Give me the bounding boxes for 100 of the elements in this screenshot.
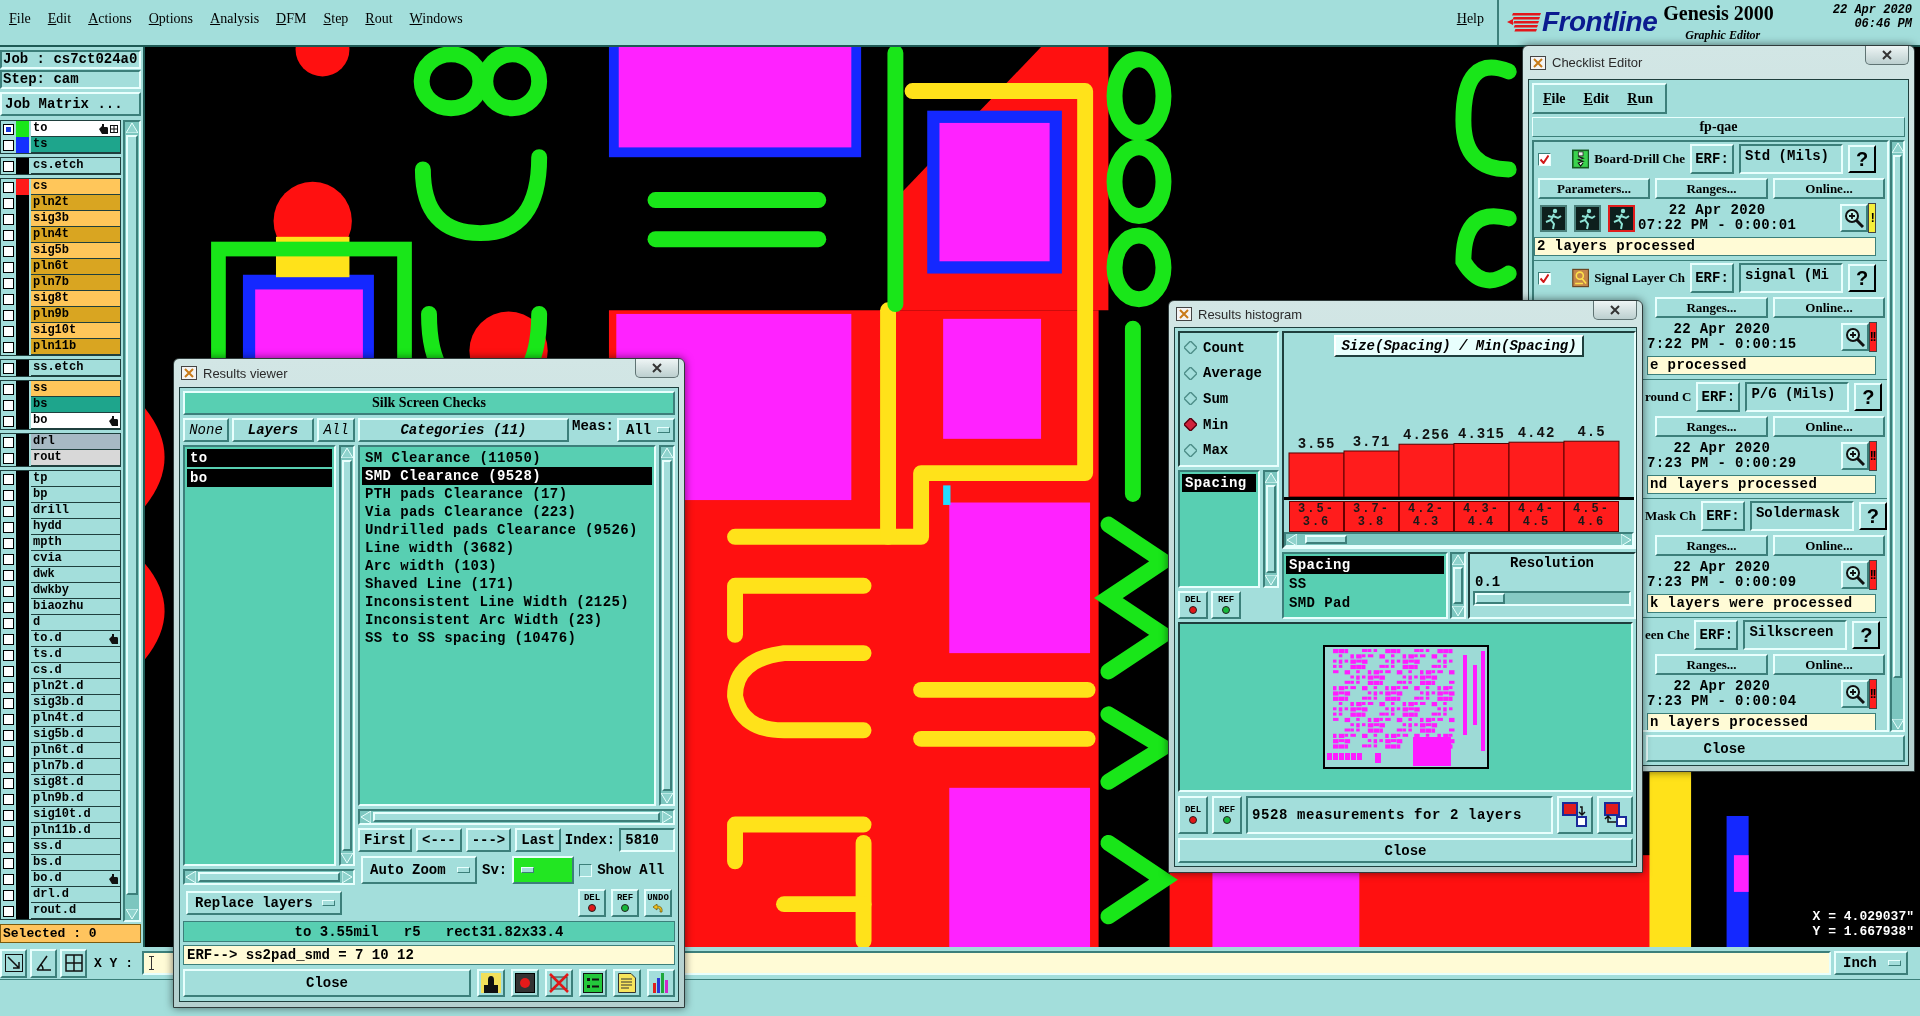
- layer-checkbox[interactable]: [3, 905, 14, 917]
- refresh-button[interactable]: REF: [1211, 591, 1241, 619]
- layer-checkbox[interactable]: [3, 436, 14, 448]
- delete-button[interactable]: DEL: [578, 889, 606, 917]
- help-button[interactable]: ?: [1848, 145, 1876, 173]
- arrow-right-icon[interactable]: [1621, 533, 1631, 546]
- layer-checkbox[interactable]: [3, 521, 14, 533]
- toolbar-button[interactable]: [579, 969, 607, 997]
- layer-checkbox[interactable]: [3, 825, 14, 837]
- close-dialog-button[interactable]: Close: [1646, 735, 1905, 762]
- menu-item[interactable]: Run: [1627, 90, 1653, 107]
- category-list-item[interactable]: SMD Clearance (9528): [362, 467, 652, 485]
- erf-button[interactable]: ERF:: [1700, 501, 1745, 531]
- close-button[interactable]: [1593, 301, 1637, 320]
- layer-checkbox[interactable]: [3, 633, 14, 645]
- layer-checkbox[interactable]: [3, 123, 14, 135]
- layer-item[interactable]: cs.etch: [31, 158, 120, 174]
- layer-checkbox[interactable]: [3, 261, 14, 273]
- layer-item[interactable]: pln9b: [31, 307, 120, 323]
- category-list-item[interactable]: SM Clearance (11050): [362, 449, 652, 467]
- category-list-item[interactable]: Inconsistent Line Width (2125): [362, 593, 652, 611]
- check-option-button[interactable]: Online...: [1773, 654, 1885, 675]
- check-option-button[interactable]: Online...: [1773, 416, 1885, 437]
- layer-item[interactable]: pln4t: [31, 227, 120, 243]
- show-results-button[interactable]: [1840, 680, 1869, 708]
- layer-item[interactable]: pln11b: [31, 339, 120, 355]
- layer-item[interactable]: pln7b: [31, 275, 120, 291]
- layer-checkbox[interactable]: [3, 553, 14, 565]
- check-option-button[interactable]: Ranges...: [1655, 416, 1768, 437]
- show-results-button[interactable]: [1840, 561, 1869, 589]
- checkbox[interactable]: [1538, 152, 1551, 166]
- radio-option[interactable]: Count: [1184, 339, 1273, 356]
- layer-checkbox[interactable]: [3, 681, 14, 693]
- layer-item[interactable]: sig8t.d: [31, 775, 120, 791]
- layer-item[interactable]: cs: [31, 179, 120, 195]
- scrollbar-thumb[interactable]: [198, 872, 340, 882]
- meas-dropdown[interactable]: All: [617, 418, 675, 442]
- replace-mode-dropdown[interactable]: Replace layers: [186, 891, 342, 915]
- slider-thumb[interactable]: [1475, 593, 1505, 604]
- layer-checkbox[interactable]: [3, 415, 14, 427]
- close-dialog-button[interactable]: Close: [1178, 838, 1633, 863]
- check-option-button[interactable]: Online...: [1773, 535, 1885, 556]
- layer-item[interactable]: dwk: [31, 567, 120, 583]
- layer-item[interactable]: bs: [31, 397, 120, 413]
- navigation-button[interactable]: Last: [515, 828, 561, 852]
- vertical-scrollbar[interactable]: [1890, 140, 1905, 732]
- layer-item[interactable]: drl.d: [31, 887, 120, 903]
- check-option-button[interactable]: Ranges...: [1655, 654, 1768, 675]
- check-option-button[interactable]: Ranges...: [1655, 297, 1768, 318]
- arrow-left-icon[interactable]: [1287, 533, 1297, 546]
- show-results-button[interactable]: [1840, 323, 1869, 351]
- layer-item[interactable]: tp: [31, 471, 120, 487]
- radio-option[interactable]: Average: [1184, 365, 1273, 382]
- layer-item[interactable]: pln11b.d: [31, 823, 120, 839]
- layer-item[interactable]: rout: [31, 450, 120, 466]
- layer-checkbox[interactable]: [3, 489, 14, 501]
- layer-checkbox[interactable]: [3, 745, 14, 757]
- layer-checkbox[interactable]: [3, 160, 14, 172]
- select-none-button[interactable]: None: [183, 418, 229, 442]
- layer-checkbox[interactable]: [3, 473, 14, 485]
- vertical-scrollbar[interactable]: [1450, 552, 1466, 619]
- category-list-item[interactable]: Arc width (103): [362, 557, 652, 575]
- menu-item[interactable]: Edit: [47, 11, 72, 27]
- radio-option[interactable]: Sum: [1184, 391, 1273, 407]
- erf-button[interactable]: ERF:: [1690, 144, 1734, 174]
- vertical-scrollbar[interactable]: [659, 445, 675, 806]
- refresh-button[interactable]: REF: [1212, 796, 1242, 834]
- scrollbar-thumb[interactable]: [1266, 485, 1276, 573]
- scrollbar-thumb[interactable]: [1893, 155, 1902, 678]
- layer-checkbox[interactable]: [3, 452, 14, 464]
- layer-item[interactable]: hydd: [31, 519, 120, 535]
- categories-button[interactable]: Categories (11): [358, 418, 569, 442]
- layer-checkbox[interactable]: [3, 857, 14, 869]
- layer-item[interactable]: pln2t: [31, 195, 120, 211]
- show-all-checkbox[interactable]: Show All: [579, 862, 672, 878]
- category-list-item[interactable]: Via pads Clearance (223): [362, 503, 652, 521]
- vertical-scrollbar[interactable]: [123, 120, 141, 922]
- horizontal-scrollbar[interactable]: [1284, 532, 1634, 547]
- job-matrix-button[interactable]: Job Matrix ...: [0, 92, 141, 116]
- menu-item[interactable]: File: [9, 11, 31, 27]
- vertical-scrollbar[interactable]: [339, 445, 355, 866]
- layer-checkbox[interactable]: [3, 617, 14, 629]
- horizontal-scrollbar[interactable]: [183, 869, 355, 885]
- layer-checkbox[interactable]: [3, 873, 14, 885]
- layer-checkbox[interactable]: [3, 777, 14, 789]
- measure-list-item[interactable]: Spacing: [1182, 474, 1256, 492]
- scrollbar-thumb[interactable]: [126, 135, 138, 896]
- layer-item[interactable]: cs.d: [31, 663, 120, 679]
- menu-item[interactable]: Actions: [88, 11, 132, 27]
- erf-field[interactable]: Soldermask: [1749, 501, 1854, 531]
- field-list-item[interactable]: SMD Pad: [1286, 594, 1444, 612]
- help-button[interactable]: ?: [1852, 621, 1881, 649]
- menu-item[interactable]: Windows: [409, 11, 463, 27]
- navigation-button[interactable]: <---: [416, 828, 462, 852]
- layer-item[interactable]: pln6t.d: [31, 743, 120, 759]
- layer-checkbox[interactable]: [3, 293, 14, 305]
- field-list-item[interactable]: SS: [1286, 575, 1444, 593]
- menu-item[interactable]: Rout: [365, 11, 393, 27]
- layer-checkbox[interactable]: [3, 277, 14, 289]
- index-field[interactable]: 5810: [619, 828, 675, 852]
